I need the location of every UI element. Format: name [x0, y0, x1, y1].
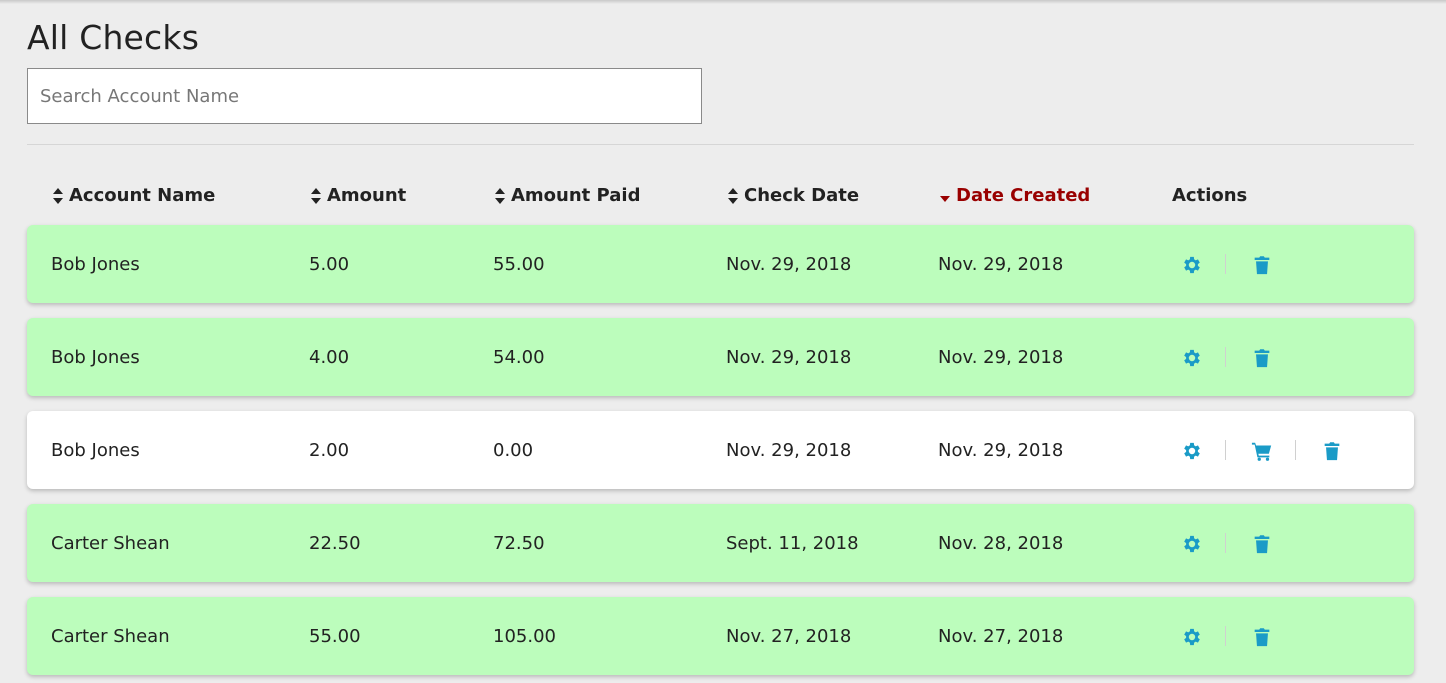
action-separator [1295, 440, 1296, 460]
amount-paid-cell: 54.00 [493, 347, 545, 368]
account-name-cell: Bob Jones [51, 254, 140, 275]
check-date-cell: Sept. 11, 2018 [726, 533, 859, 554]
action-separator [1225, 254, 1226, 274]
date-created-cell: Nov. 29, 2018 [938, 254, 1064, 275]
amount-cell: 5.00 [309, 254, 350, 275]
amount-cell: 22.50 [309, 533, 361, 554]
column-header-check-date[interactable]: Check Date [726, 180, 859, 212]
table-row: Carter Shean 55.00 105.00 Nov. 27, 2018 Nov.… [27, 597, 1414, 675]
table-row: Carter Shean 22.50 72.50 Sept. 11, 2018 Nov.… [27, 504, 1414, 582]
amount-cell: 4.00 [309, 347, 350, 368]
table-header: Account Name Amount Amount Paid Check Da… [27, 180, 1414, 212]
amount-cell: 2.00 [309, 440, 350, 461]
column-label: Amount Paid [511, 185, 641, 206]
search-input[interactable] [27, 68, 702, 124]
account-name-cell: Bob Jones [51, 440, 140, 461]
sort-icon [495, 188, 505, 204]
date-created-cell: Nov. 28, 2018 [938, 533, 1064, 554]
column-header-actions: Actions [1172, 180, 1247, 212]
gear-icon[interactable] [1181, 533, 1203, 555]
column-label: Account Name [69, 185, 216, 206]
sort-desc-icon [940, 196, 950, 202]
check-date-cell: Nov. 29, 2018 [726, 254, 852, 275]
account-name-cell: Carter Shean [51, 533, 170, 554]
gear-icon[interactable] [1181, 626, 1203, 648]
column-label: Amount [327, 185, 407, 206]
page-title: All Checks [27, 18, 200, 57]
trash-icon[interactable] [1251, 347, 1273, 369]
sort-icon [53, 188, 63, 204]
column-label: Actions [1172, 185, 1248, 206]
action-separator [1225, 533, 1226, 553]
gear-icon[interactable] [1181, 254, 1203, 276]
sort-icon [728, 188, 738, 204]
amount-paid-cell: 105.00 [493, 626, 556, 647]
gear-icon[interactable] [1181, 347, 1203, 369]
column-label: Date Created [956, 185, 1091, 206]
column-header-date-created[interactable]: Date Created [938, 180, 1090, 212]
top-shadow [0, 0, 1446, 4]
date-created-cell: Nov. 27, 2018 [938, 626, 1064, 647]
trash-icon[interactable] [1321, 440, 1343, 462]
action-separator [1225, 347, 1226, 367]
check-date-cell: Nov. 27, 2018 [726, 626, 852, 647]
table-row: Bob Jones 5.00 55.00 Nov. 29, 2018 Nov. 29, … [27, 225, 1414, 303]
trash-icon[interactable] [1251, 533, 1273, 555]
check-date-cell: Nov. 29, 2018 [726, 347, 852, 368]
account-name-cell: Bob Jones [51, 347, 140, 368]
amount-paid-cell: 55.00 [493, 254, 545, 275]
column-header-account-name[interactable]: Account Name [51, 180, 215, 212]
account-name-cell: Carter Shean [51, 626, 170, 647]
gear-icon[interactable] [1181, 440, 1203, 462]
amount-paid-cell: 0.00 [493, 440, 534, 461]
date-created-cell: Nov. 29, 2018 [938, 440, 1064, 461]
action-separator [1225, 626, 1226, 646]
column-header-amount-paid[interactable]: Amount Paid [493, 180, 640, 212]
table-row: Bob Jones 2.00 0.00 Nov. 29, 2018 Nov. 29, 2… [27, 411, 1414, 489]
sort-icon [311, 188, 321, 204]
table-row: Bob Jones 4.00 54.00 Nov. 29, 2018 Nov. 29, … [27, 318, 1414, 396]
divider [27, 144, 1414, 145]
action-separator [1225, 440, 1226, 460]
check-date-cell: Nov. 29, 2018 [726, 440, 852, 461]
column-header-amount[interactable]: Amount [309, 180, 406, 212]
date-created-cell: Nov. 29, 2018 [938, 347, 1064, 368]
cart-icon[interactable] [1251, 440, 1273, 462]
trash-icon[interactable] [1251, 626, 1273, 648]
amount-paid-cell: 72.50 [493, 533, 545, 554]
column-label: Check Date [744, 185, 860, 206]
trash-icon[interactable] [1251, 254, 1273, 276]
amount-cell: 55.00 [309, 626, 361, 647]
